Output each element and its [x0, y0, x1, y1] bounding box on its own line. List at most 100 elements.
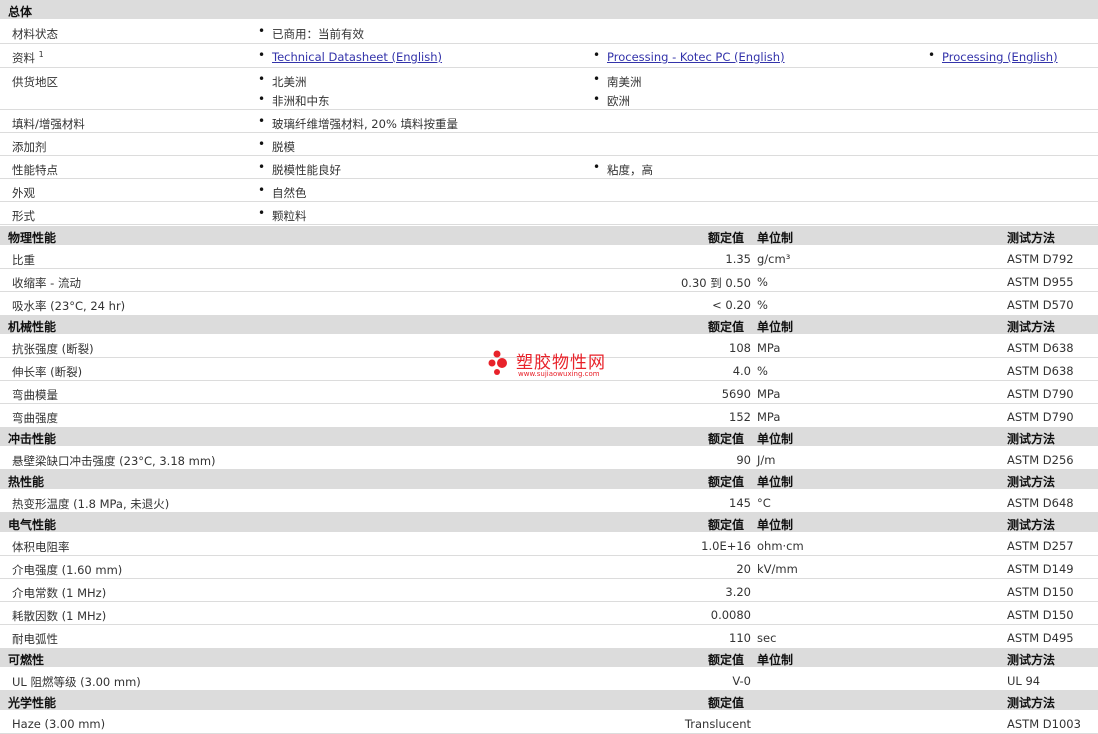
section-title: 光学性能 [8, 696, 57, 710]
bullet-icon: • [593, 48, 601, 62]
column-header-unit: 单位制 [757, 231, 794, 245]
region-item: 欧洲 [607, 94, 630, 108]
column-header-nominal: 额定值 [708, 518, 745, 532]
property-value: 0.30 到 0.50 [680, 276, 751, 290]
bullet-icon: • [258, 92, 266, 106]
property-method: ASTM D150 [1007, 585, 1074, 599]
property-unit: MPa [757, 341, 781, 355]
bullet-icon: • [258, 183, 266, 197]
property-name: 伸长率 (断裂) [12, 365, 83, 379]
property-method: ASTM D570 [1007, 298, 1074, 312]
column-header-unit: 单位制 [757, 320, 794, 334]
bullet-icon: • [258, 137, 266, 151]
property-name: 介电常数 (1 MHz) [12, 586, 107, 600]
section-header-electrical: 电气性能 额定值 单位制 测试方法 [0, 513, 1098, 533]
property-row: Haze (3.00 mm) Translucent ASTM D1003 [0, 712, 1098, 734]
row-label: 材料状态 [12, 27, 58, 41]
property-method: ASTM D648 [1007, 496, 1074, 510]
section-header-impact: 冲击性能 额定值 单位制 测试方法 [0, 427, 1098, 447]
row-additive: 添加剂 • 脱模 [0, 134, 1098, 156]
property-row: 弯曲模量 5690 MPa ASTM D790 [0, 382, 1098, 404]
bullet-icon: • [258, 160, 266, 174]
property-unit: g/cm³ [757, 252, 791, 266]
watermark: 塑胶物性网 www.sujiaowuxing.com [488, 348, 628, 384]
property-value: V-0 [732, 674, 751, 688]
property-row: 耐电弧性 110 sec ASTM D495 [0, 626, 1098, 649]
row-regions: 供货地区 • 北美洲 • 南美洲 • 非洲和中东 • 欧洲 [0, 69, 1098, 110]
property-name: 比重 [12, 253, 35, 267]
region-item: 南美洲 [607, 75, 642, 89]
section-header-general: 总体 [0, 0, 1098, 20]
doc-link-processing[interactable]: Processing (English) [942, 50, 1058, 64]
row-documents: 资料 1 • Technical Datasheet (English) • P… [0, 45, 1098, 68]
bullet-icon: • [928, 48, 936, 62]
section-title: 冲击性能 [8, 432, 57, 446]
property-value: < 0.20 [712, 298, 751, 312]
column-header-nominal: 额定值 [708, 320, 745, 334]
property-value: 4.0 [732, 364, 751, 378]
row-label: 添加剂 [12, 140, 47, 154]
property-value: Translucent [684, 717, 751, 731]
property-unit: % [757, 364, 768, 378]
row-value: 自然色 [272, 186, 307, 200]
bullet-icon: • [593, 160, 601, 174]
property-row: 收缩率 - 流动 0.30 到 0.50% ASTM D955 [0, 270, 1098, 292]
row-label: 供货地区 [12, 75, 58, 89]
property-method: ASTM D790 [1007, 410, 1074, 424]
property-name: 耗散因数 (1 MHz) [12, 609, 107, 623]
bullet-icon: • [593, 72, 601, 86]
property-method: ASTM D495 [1007, 631, 1074, 645]
section-title: 热性能 [8, 475, 45, 489]
property-unit: MPa [757, 410, 781, 424]
property-value: 3.20 [725, 585, 751, 599]
property-unit: J/m [757, 453, 776, 467]
column-header-method: 测试方法 [1007, 475, 1056, 489]
property-unit: °C [757, 496, 771, 510]
bullet-icon: • [258, 206, 266, 220]
property-value: 108 [729, 341, 751, 355]
property-value: 110 [729, 631, 751, 645]
property-row: 吸水率 (23°C, 24 hr) < 0.20% ASTM D570 [0, 293, 1098, 316]
property-row: 介电强度 (1.60 mm) 20 kV/mm ASTM D149 [0, 557, 1098, 579]
property-name: UL 阻燃等级 (3.00 mm) [12, 675, 141, 689]
bullet-icon: • [258, 48, 266, 62]
bullet-icon: • [258, 24, 266, 38]
row-value: 脱模 [272, 140, 295, 154]
property-method: ASTM D790 [1007, 387, 1074, 401]
feature-item: 脱模性能良好 [272, 163, 341, 177]
property-name: 抗张强度 (断裂) [12, 342, 94, 356]
doc-link-technical-datasheet[interactable]: Technical Datasheet (English) [272, 50, 442, 64]
section-header-optical: 光学性能 额定值 测试方法 [0, 691, 1098, 711]
row-features: 性能特点 • 脱模性能良好 • 粘度，高 [0, 157, 1098, 179]
property-row: 悬壁梁缺口冲击强度 (23°C, 3.18 mm) 90 J/m ASTM D256 [0, 448, 1098, 470]
watermark-logo-icon [488, 350, 507, 375]
property-value: 0.0080 [710, 608, 751, 622]
property-row: 耗散因数 (1 MHz) 0.0080 ASTM D150 [0, 603, 1098, 625]
column-header-method: 测试方法 [1007, 518, 1056, 532]
property-row: 比重 1.35 g/cm³ ASTM D792 [0, 247, 1098, 269]
row-value: 已商用：当前有效 [272, 27, 364, 41]
section-header-flammability: 可燃性 额定值 单位制 测试方法 [0, 648, 1098, 668]
bullet-icon: • [258, 72, 266, 86]
row-label: 形式 [12, 209, 35, 223]
property-value: 1.35 [725, 252, 751, 266]
row-appearance: 外观 • 自然色 [0, 180, 1098, 202]
property-name: 悬壁梁缺口冲击强度 (23°C, 3.18 mm) [12, 454, 216, 468]
property-unit: MPa [757, 387, 781, 401]
watermark-url: www.sujiaowuxing.com [518, 370, 600, 378]
property-row: 体积电阻率 1.0E+16 ohm·cm ASTM D257 [0, 534, 1098, 556]
property-method: ASTM D150 [1007, 608, 1074, 622]
property-row: 介电常数 (1 MHz) 3.20 ASTM D150 [0, 580, 1098, 602]
property-value: 1.0E+16 [701, 539, 751, 553]
property-row: UL 阻燃等级 (3.00 mm) V-0 UL 94 [0, 669, 1098, 691]
row-label: 外观 [12, 186, 35, 200]
property-method: UL 94 [1007, 674, 1041, 688]
row-form: 形式 • 颗粒料 [0, 203, 1098, 225]
bullet-icon: • [258, 114, 266, 128]
row-material-status: 材料状态 • 已商用：当前有效 [0, 21, 1098, 44]
property-value: 5690 [721, 387, 751, 401]
doc-link-processing-kotec[interactable]: Processing - Kotec PC (English) [607, 50, 785, 64]
column-header-method: 测试方法 [1007, 432, 1056, 446]
property-row: 弯曲强度 152 MPa ASTM D790 [0, 405, 1098, 428]
column-header-nominal: 额定值 [708, 432, 745, 446]
